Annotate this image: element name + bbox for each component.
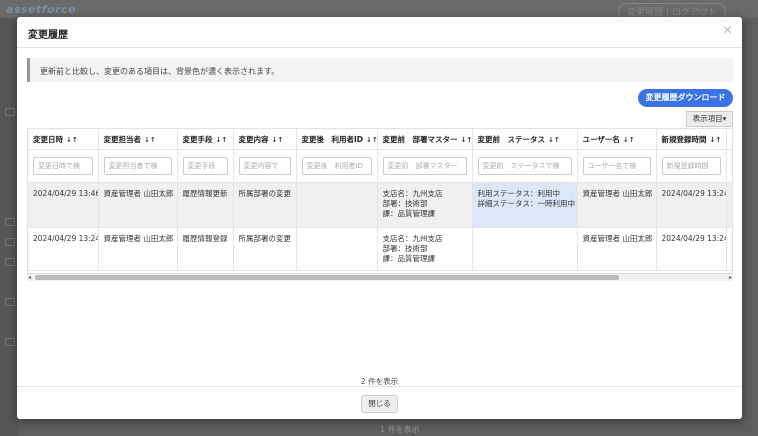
filter-row — [28, 149, 732, 183]
cell-extra: 2 — [726, 182, 732, 228]
sidebar-icon — [5, 298, 15, 306]
scrollbar-thumb[interactable] — [35, 275, 619, 280]
sort-icon[interactable]: ↓↑ — [548, 136, 560, 144]
cell-dept: 支店名：九州支店 部署：技術部 課：品質管理課 — [377, 227, 473, 271]
table-row: 2024/04/29 13:24 資産管理者 山田太郎 履歴情報登録 所属部署の… — [28, 227, 732, 271]
scroll-left-icon[interactable]: ◂ — [28, 274, 31, 281]
cell-username: 資産管理者 山田太郎 — [577, 227, 657, 271]
sort-icon[interactable]: ↓↑ — [366, 136, 376, 144]
modal-header: 変更履歴 × — [17, 17, 742, 48]
sidebar-icon — [5, 218, 15, 226]
download-history-button[interactable]: 変更履歴ダウンロード — [638, 89, 733, 107]
cell-method: 履歴情報登録 — [177, 227, 234, 271]
sidebar-icon — [5, 108, 15, 116]
table-row: 2024/04/29 13:46 資産管理者 山田太郎 履歴情報更新 所属部署の… — [28, 182, 732, 228]
filter-input[interactable] — [661, 157, 721, 175]
sort-icon[interactable]: ↓↑ — [461, 136, 472, 144]
cell-user: 資産管理者 山田太郎 — [98, 182, 178, 228]
scroll-right-icon[interactable]: ▸ — [729, 274, 732, 281]
cell-dept: 支店名：九州支店 部署：技術部 課：品質管理課 — [377, 182, 473, 228]
modal-title: 変更履歴 — [28, 30, 68, 41]
column-header[interactable]: 変更内容 ↓↑ — [233, 129, 297, 150]
background-footer-count: 1 件を表示 — [380, 425, 420, 434]
filter-input[interactable] — [182, 157, 228, 175]
cell-date: 2024/04/29 13:24 — [28, 227, 99, 271]
close-button[interactable]: 閉じる — [361, 395, 398, 413]
sidebar-icon — [5, 258, 15, 266]
cell-user-id — [296, 227, 378, 271]
sort-icon[interactable]: ↓↑ — [66, 136, 78, 144]
display-columns-button[interactable]: 表示項目▾ — [686, 111, 733, 127]
column-header[interactable]: 変更手段 ↓↑ — [177, 129, 234, 150]
history-table: 変更日時 ↓↑ 変更担当者 ↓↑ 変更手段 ↓↑ 変更内容 ↓↑ 変更後 利用者ID ↓↑… — [28, 129, 732, 271]
cell-extra: 2 — [726, 227, 732, 271]
notice-message: 更新前と比較し、変更のある項目は、背景色が濃く表示されます。 — [27, 58, 733, 82]
column-header[interactable]: 新規登録時間 ↓↑ — [656, 129, 727, 150]
cell-user-id — [296, 182, 378, 228]
cell-user: 資産管理者 山田太郎 — [98, 227, 178, 271]
cell-username: 資産管理者 山田太郎 — [577, 182, 657, 228]
cell-content: 所属部署の変更 — [233, 227, 297, 271]
filter-input[interactable] — [582, 157, 651, 175]
filter-input[interactable] — [731, 157, 732, 175]
sort-icon[interactable]: ↓↑ — [216, 136, 228, 144]
sort-icon[interactable]: ↓↑ — [710, 136, 722, 144]
column-header[interactable]: ユーザー名 ↓↑ — [577, 129, 657, 150]
background-logo: assetforce — [6, 3, 76, 16]
cell-registered: 2024/04/29 13:24 — [656, 227, 727, 271]
modal-footer: 閉じる — [17, 386, 742, 419]
column-header[interactable]: 変更後 利用者ID ↓↑ — [296, 129, 378, 150]
cell-status — [472, 227, 578, 271]
cell-method: 履歴情報更新 — [177, 182, 234, 228]
column-header[interactable]: 変更日時 ↓↑ — [28, 129, 99, 150]
filter-input[interactable] — [301, 157, 372, 175]
sort-icon[interactable]: ↓↑ — [144, 136, 156, 144]
sort-icon[interactable]: ↓↑ — [272, 136, 284, 144]
cell-date: 2024/04/29 13:46 — [28, 182, 99, 228]
column-header[interactable]: 更 — [726, 129, 732, 150]
horizontal-scrollbar[interactable]: ◂ ▸ — [27, 273, 733, 281]
close-icon[interactable]: × — [722, 23, 733, 38]
sort-icon[interactable]: ↓↑ — [623, 136, 635, 144]
filter-input[interactable] — [238, 157, 291, 175]
filter-input[interactable] — [103, 157, 172, 175]
history-table-container: 変更日時 ↓↑ 変更担当者 ↓↑ 変更手段 ↓↑ 変更内容 ↓↑ 変更後 利用者ID ↓↑… — [27, 128, 733, 278]
background-topbar: assetforce 変更履歴 | ログアウト — [0, 0, 758, 20]
cell-registered: 2024/04/29 13:24 — [656, 182, 727, 228]
filter-input[interactable] — [477, 157, 572, 175]
cell-status-changed: 利用ステータス：利用中 詳細ステータス：一時利用中 — [472, 182, 578, 228]
column-header[interactable]: 変更前 部署マスター ↓↑ — [377, 129, 473, 150]
background-sidebar — [0, 18, 18, 436]
sidebar-icon — [5, 238, 15, 246]
filter-input[interactable] — [382, 157, 467, 175]
cell-content: 所属部署の変更 — [233, 182, 297, 228]
filter-input[interactable] — [33, 157, 93, 175]
sidebar-icon — [5, 338, 15, 346]
header-row: 変更日時 ↓↑ 変更担当者 ↓↑ 変更手段 ↓↑ 変更内容 ↓↑ 変更後 利用者ID ↓↑… — [28, 129, 732, 150]
column-header[interactable]: 変更前 ステータス ↓↑ — [472, 129, 578, 150]
column-header[interactable]: 変更担当者 ↓↑ — [98, 129, 178, 150]
change-history-modal: 変更履歴 × 更新前と比較し、変更のある項目は、背景色が濃く表示されます。 変更… — [17, 17, 742, 419]
